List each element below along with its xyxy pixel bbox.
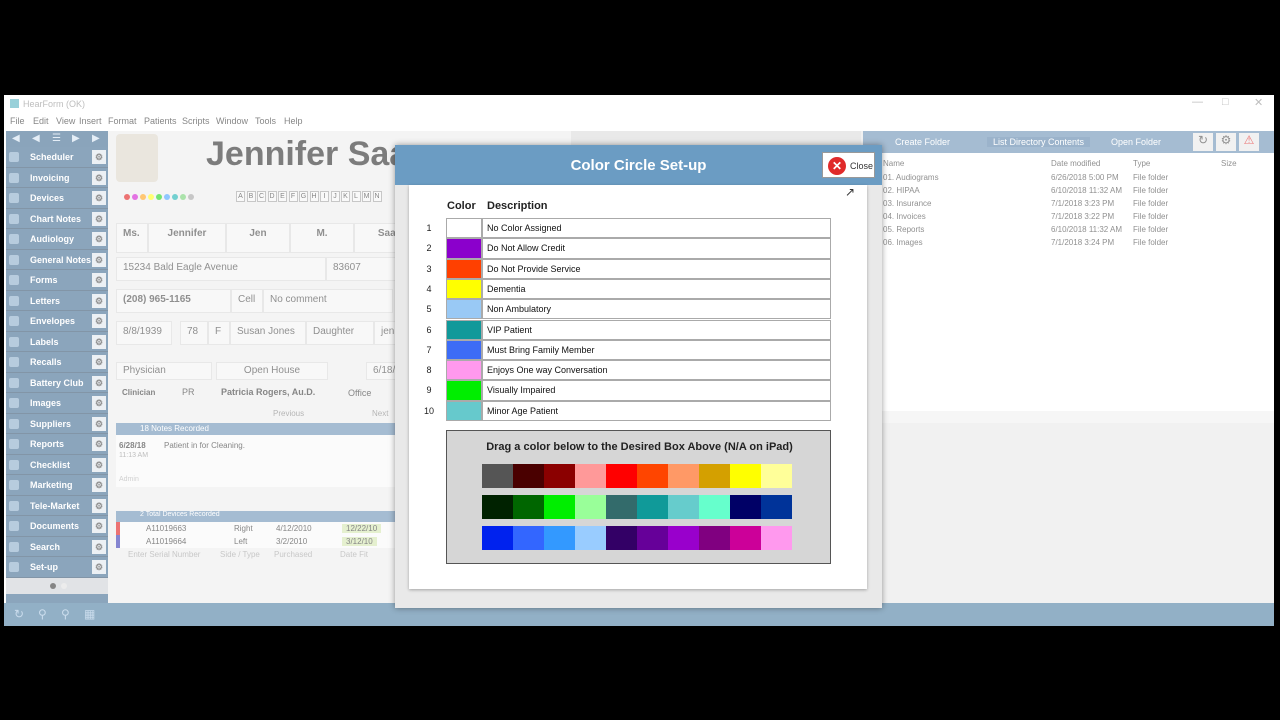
color-swatch[interactable] — [446, 299, 482, 320]
palette-color[interactable] — [637, 464, 668, 488]
close-icon: ✕ — [828, 157, 846, 175]
color-description-field[interactable]: Do Not Provide Service — [482, 258, 831, 279]
palette-color[interactable] — [482, 464, 513, 488]
palette-color[interactable] — [575, 464, 606, 488]
color-description-field[interactable]: Minor Age Patient — [482, 400, 831, 421]
color-description-field[interactable]: No Color Assigned — [482, 218, 831, 239]
palette-color[interactable] — [699, 495, 730, 519]
dialog-header: Color Circle Set-up ✕ Close — [395, 145, 882, 185]
mouse-cursor-icon: ↗ — [845, 185, 856, 199]
palette-color[interactable] — [606, 526, 637, 550]
row-number: 7 — [426, 344, 432, 355]
palette-color[interactable] — [575, 526, 606, 550]
row-number: 10 — [423, 405, 434, 416]
palette-color[interactable] — [699, 526, 730, 550]
color-swatch[interactable] — [446, 339, 482, 361]
palette-color[interactable] — [668, 495, 699, 519]
color-description-field[interactable]: Do Not Allow Credit — [482, 238, 831, 259]
palette-color[interactable] — [761, 495, 792, 519]
dialog-title: Color Circle Set-up — [570, 157, 707, 174]
close-button[interactable]: ✕ Close — [822, 152, 875, 178]
color-swatch[interactable] — [446, 258, 482, 279]
palette-color[interactable] — [513, 526, 544, 550]
color-description-field[interactable]: Dementia — [482, 278, 831, 300]
color-swatch[interactable] — [446, 238, 482, 259]
palette-color[interactable] — [544, 495, 575, 519]
palette-color[interactable] — [730, 495, 761, 519]
color-circle-dialog: Color Circle Set-up ✕ Close Color Descri… — [395, 145, 882, 608]
palette-color[interactable] — [513, 464, 544, 488]
row-number: 4 — [426, 283, 432, 294]
palette-color[interactable] — [482, 526, 513, 550]
color-description-field[interactable]: Visually Impaired — [482, 380, 831, 401]
color-swatch[interactable] — [446, 319, 482, 340]
palette-color[interactable] — [513, 495, 544, 519]
color-column-header: Color — [447, 200, 476, 212]
row-number: 9 — [426, 385, 432, 396]
palette-color[interactable] — [699, 464, 730, 488]
row-number: 5 — [426, 304, 432, 315]
palette-color[interactable] — [482, 495, 513, 519]
palette-color[interactable] — [761, 526, 792, 550]
palette-color[interactable] — [606, 495, 637, 519]
row-number: 3 — [426, 263, 432, 274]
color-description-field[interactable]: VIP Patient — [482, 319, 831, 340]
palette-color[interactable] — [544, 526, 575, 550]
row-number: 8 — [426, 365, 432, 376]
palette-title: Drag a color below to the Desired Box Ab… — [486, 441, 793, 453]
color-swatch[interactable] — [446, 360, 482, 381]
color-description-field[interactable]: Non Ambulatory — [482, 299, 831, 320]
description-column-header: Description — [487, 200, 548, 212]
palette-color[interactable] — [544, 464, 575, 488]
color-description-field[interactable]: Enjoys One way Conversation — [482, 360, 831, 381]
close-label: Close — [850, 161, 874, 171]
color-swatch[interactable] — [446, 218, 482, 239]
row-number: 2 — [426, 243, 432, 254]
row-number: 6 — [426, 324, 432, 335]
color-swatch[interactable] — [446, 400, 482, 421]
palette-color[interactable] — [637, 526, 668, 550]
row-number: 1 — [426, 223, 432, 233]
palette-color[interactable] — [668, 526, 699, 550]
palette-color[interactable] — [606, 464, 637, 488]
palette-color[interactable] — [761, 464, 792, 488]
palette-color[interactable] — [668, 464, 699, 488]
palette-color[interactable] — [730, 526, 761, 550]
palette-color[interactable] — [637, 495, 668, 519]
color-swatch[interactable] — [446, 380, 482, 401]
color-palette: Drag a color below to the Desired Box Ab… — [446, 430, 831, 564]
palette-color[interactable] — [575, 495, 606, 519]
palette-color[interactable] — [730, 464, 761, 488]
color-description-field[interactable]: Must Bring Family Member — [482, 339, 831, 361]
color-swatch[interactable] — [446, 278, 482, 300]
color-setup-panel: Color Description 1 No Color Assigned 2 Do … — [409, 185, 867, 589]
